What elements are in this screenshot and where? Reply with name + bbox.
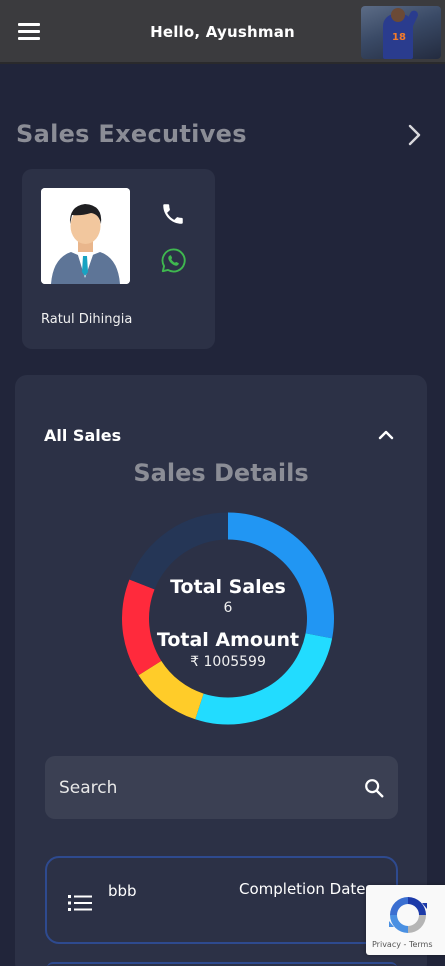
recaptcha-links[interactable]: Privacy - Terms — [372, 940, 433, 949]
sale-list-item[interactable]: bbb Completion Date — [45, 856, 398, 944]
sales-filter-dropdown[interactable]: All Sales — [44, 426, 121, 445]
sale-list-item-partial[interactable] — [47, 962, 397, 966]
sales-panel: All Sales Sales Details Total Sales 6 To… — [15, 375, 427, 966]
chevron-right-icon[interactable] — [403, 123, 427, 147]
completion-date-label: Completion Date — [239, 880, 366, 898]
user-avatar[interactable]: 18 — [361, 6, 441, 59]
total-sales-label: Total Sales — [170, 576, 286, 598]
list-icon — [68, 895, 92, 911]
total-sales-value: 6 — [223, 600, 233, 616]
app-header: Hello, Ayushman 18 — [0, 0, 445, 64]
recaptcha-badge[interactable]: Privacy - Terms — [366, 885, 445, 955]
chevron-up-icon[interactable] — [375, 425, 397, 445]
sales-details-title: Sales Details — [133, 459, 309, 487]
whatsapp-icon[interactable] — [160, 247, 187, 274]
total-amount-label: Total Amount — [156, 629, 300, 651]
person-avatar-icon — [41, 188, 130, 284]
search-bar[interactable] — [45, 756, 398, 819]
executive-name: Ratul Dihingia — [41, 312, 133, 327]
sales-donut-chart — [122, 512, 334, 725]
phone-icon[interactable] — [160, 201, 186, 227]
total-amount-value: ₹ 1005599 — [190, 654, 266, 670]
search-icon[interactable] — [363, 777, 385, 799]
recaptcha-icon — [389, 897, 427, 933]
executive-avatar — [41, 188, 130, 284]
sales-executives-title: Sales Executives — [16, 120, 247, 148]
executive-card[interactable]: Ratul Dihingia — [22, 169, 215, 349]
search-input[interactable] — [59, 756, 349, 819]
sale-name: bbb — [108, 882, 137, 900]
